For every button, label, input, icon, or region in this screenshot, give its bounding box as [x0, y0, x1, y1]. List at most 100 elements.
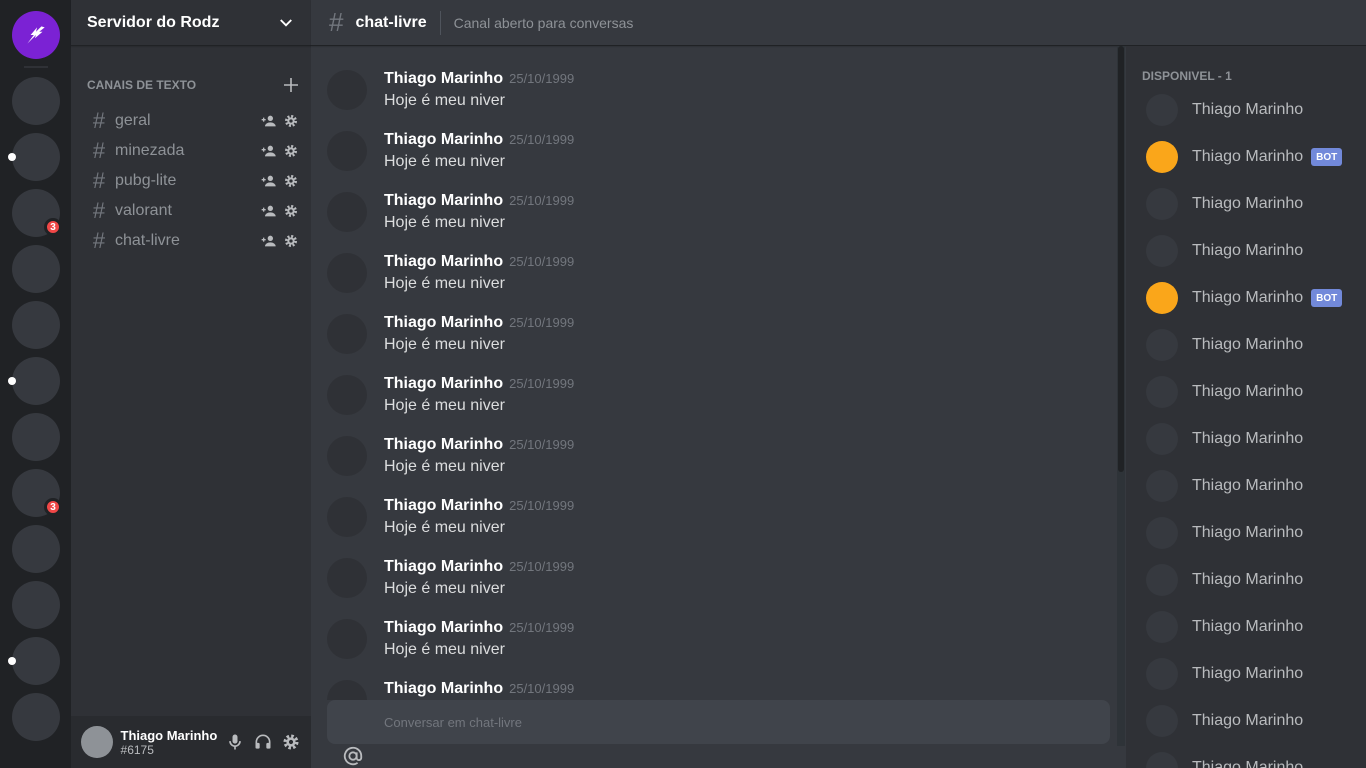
message-item[interactable]: Thiago Marinho 25/10/1999 Hoje é meu niver: [327, 367, 1107, 428]
message-author[interactable]: Thiago Marinho: [384, 375, 503, 393]
scrollbar-thumb[interactable]: [1118, 46, 1124, 472]
gear-icon[interactable]: [281, 732, 301, 752]
channel-list: # geral # minezada # pubg-lite # valorant # chat-…: [71, 98, 311, 256]
message-author[interactable]: Thiago Marinho: [384, 619, 503, 637]
message-author[interactable]: Thiago Marinho: [384, 192, 503, 210]
message-author[interactable]: Thiago Marinho: [384, 314, 503, 332]
avatar[interactable]: [327, 558, 367, 598]
plus-icon[interactable]: [283, 77, 299, 93]
server-icon[interactable]: [12, 77, 60, 125]
avatar[interactable]: [327, 436, 367, 476]
message-author[interactable]: Thiago Marinho: [384, 436, 503, 454]
message-author[interactable]: Thiago Marinho: [384, 253, 503, 271]
message-author[interactable]: Thiago Marinho: [384, 131, 503, 149]
message-item[interactable]: Thiago Marinho 25/10/1999 Hoje é meu niver: [327, 306, 1107, 367]
member-item[interactable]: Thiago Marinho: [1146, 368, 1356, 415]
message-input-box[interactable]: [327, 700, 1110, 744]
chevron-down-icon[interactable]: [277, 14, 295, 32]
add-member-icon[interactable]: [261, 173, 277, 189]
member-list: DISPONIVEL - 1 Thiago Marinho Thiago Mari…: [1126, 0, 1366, 768]
avatar[interactable]: [327, 253, 367, 293]
avatar: [1146, 187, 1178, 220]
member-item[interactable]: Thiago Marinho BOT: [1146, 274, 1356, 321]
server-icon[interactable]: [12, 413, 60, 461]
member-item[interactable]: Thiago Marinho: [1146, 697, 1356, 744]
member-item[interactable]: Thiago Marinho: [1146, 321, 1356, 368]
avatar[interactable]: [327, 680, 367, 700]
message-item[interactable]: Thiago Marinho 25/10/1999 Hoje é meu niver: [327, 123, 1107, 184]
message-list[interactable]: Thiago Marinho 25/10/1999 Hoje é meu niver…: [311, 46, 1126, 700]
avatar[interactable]: [81, 726, 113, 758]
headphones-icon[interactable]: [253, 732, 273, 752]
member-item[interactable]: Thiago Marinho: [1146, 556, 1356, 603]
user-tag: #6175: [120, 742, 154, 757]
avatar[interactable]: [327, 375, 367, 415]
message-item[interactable]: Thiago Marinho 25/10/1999 Hoje é meu niver: [327, 611, 1107, 672]
avatar[interactable]: [327, 192, 367, 232]
message-timestamp: 25/10/1999: [509, 193, 575, 208]
gear-icon[interactable]: [283, 233, 299, 249]
message-author[interactable]: Thiago Marinho: [384, 558, 503, 576]
member-item[interactable]: Thiago Marinho: [1146, 603, 1356, 650]
message-item[interactable]: Thiago Marinho 25/10/1999 Hoje é meu niver: [327, 62, 1107, 123]
member-item[interactable]: Thiago Marinho: [1146, 86, 1356, 133]
member-item[interactable]: Thiago Marinho: [1146, 650, 1356, 697]
gear-icon[interactable]: [283, 173, 299, 189]
message-item[interactable]: Thiago Marinho 25/10/1999 Hoje é meu niver: [327, 245, 1107, 306]
message-author[interactable]: Thiago Marinho: [384, 497, 503, 515]
member-item[interactable]: Thiago Marinho: [1146, 180, 1356, 227]
avatar: [1146, 422, 1178, 455]
member-item[interactable]: Thiago Marinho: [1146, 744, 1356, 768]
message-text: Hoje é meu niver: [384, 519, 505, 536]
add-member-icon[interactable]: [261, 113, 277, 129]
gear-icon[interactable]: [283, 113, 299, 129]
add-member-icon[interactable]: [261, 233, 277, 249]
at-sign-icon[interactable]: [342, 744, 364, 768]
member-item[interactable]: Thiago Marinho: [1146, 227, 1356, 274]
message-item[interactable]: Thiago Marinho 25/10/1999 Hoje é meu niver: [327, 550, 1107, 611]
server-icon[interactable]: [12, 525, 60, 573]
server-icon[interactable]: [8, 357, 60, 405]
channel-item-minezada[interactable]: # minezada: [79, 136, 311, 166]
home-server-button[interactable]: [12, 11, 60, 59]
channel-category[interactable]: CANAIS DE TEXTO: [71, 46, 311, 98]
message-item[interactable]: Thiago Marinho 25/10/1999 Hoje é meu niver: [327, 428, 1107, 489]
avatar[interactable]: [327, 314, 367, 354]
add-member-icon[interactable]: [261, 203, 277, 219]
message-item[interactable]: Thiago Marinho 25/10/1999: [327, 672, 1107, 700]
message-text: Hoje é meu niver: [384, 214, 505, 231]
avatar[interactable]: [327, 497, 367, 537]
message-item[interactable]: Thiago Marinho 25/10/1999 Hoje é meu niver: [327, 489, 1107, 550]
server-icon[interactable]: [8, 133, 60, 181]
gear-icon[interactable]: [283, 203, 299, 219]
server-icon[interactable]: 3: [12, 189, 62, 237]
add-member-icon[interactable]: [261, 143, 277, 159]
member-item[interactable]: Thiago Marinho BOT: [1146, 133, 1356, 180]
avatar[interactable]: [327, 619, 367, 659]
server-icon[interactable]: [8, 637, 60, 685]
gear-icon[interactable]: [283, 143, 299, 159]
channel-item-chat-livre[interactable]: # chat-livre: [79, 226, 311, 256]
member-item[interactable]: Thiago Marinho: [1146, 462, 1356, 509]
channel-actions: [261, 233, 299, 249]
server-icon[interactable]: [12, 301, 60, 349]
member-item[interactable]: Thiago Marinho: [1146, 509, 1356, 556]
avatar[interactable]: [327, 131, 367, 171]
message-author[interactable]: Thiago Marinho: [384, 70, 503, 88]
avatar[interactable]: [327, 70, 367, 110]
server-icon[interactable]: [12, 581, 60, 629]
mention-badge: 3: [44, 218, 62, 236]
message-timestamp: 25/10/1999: [509, 315, 575, 330]
guild-header[interactable]: Servidor do Rodz: [71, 0, 311, 46]
member-item[interactable]: Thiago Marinho: [1146, 415, 1356, 462]
channel-item-pubg-lite[interactable]: # pubg-lite: [79, 166, 311, 196]
channel-item-valorant[interactable]: # valorant: [79, 196, 311, 226]
message-item[interactable]: Thiago Marinho 25/10/1999 Hoje é meu niver: [327, 184, 1107, 245]
server-icon[interactable]: 3: [12, 469, 62, 517]
server-icon[interactable]: [12, 245, 60, 293]
channel-item-geral[interactable]: # geral: [79, 106, 311, 136]
message-author[interactable]: Thiago Marinho: [384, 680, 503, 698]
message-input[interactable]: [384, 714, 1110, 730]
server-icon[interactable]: [12, 693, 60, 741]
microphone-icon[interactable]: [225, 732, 245, 752]
